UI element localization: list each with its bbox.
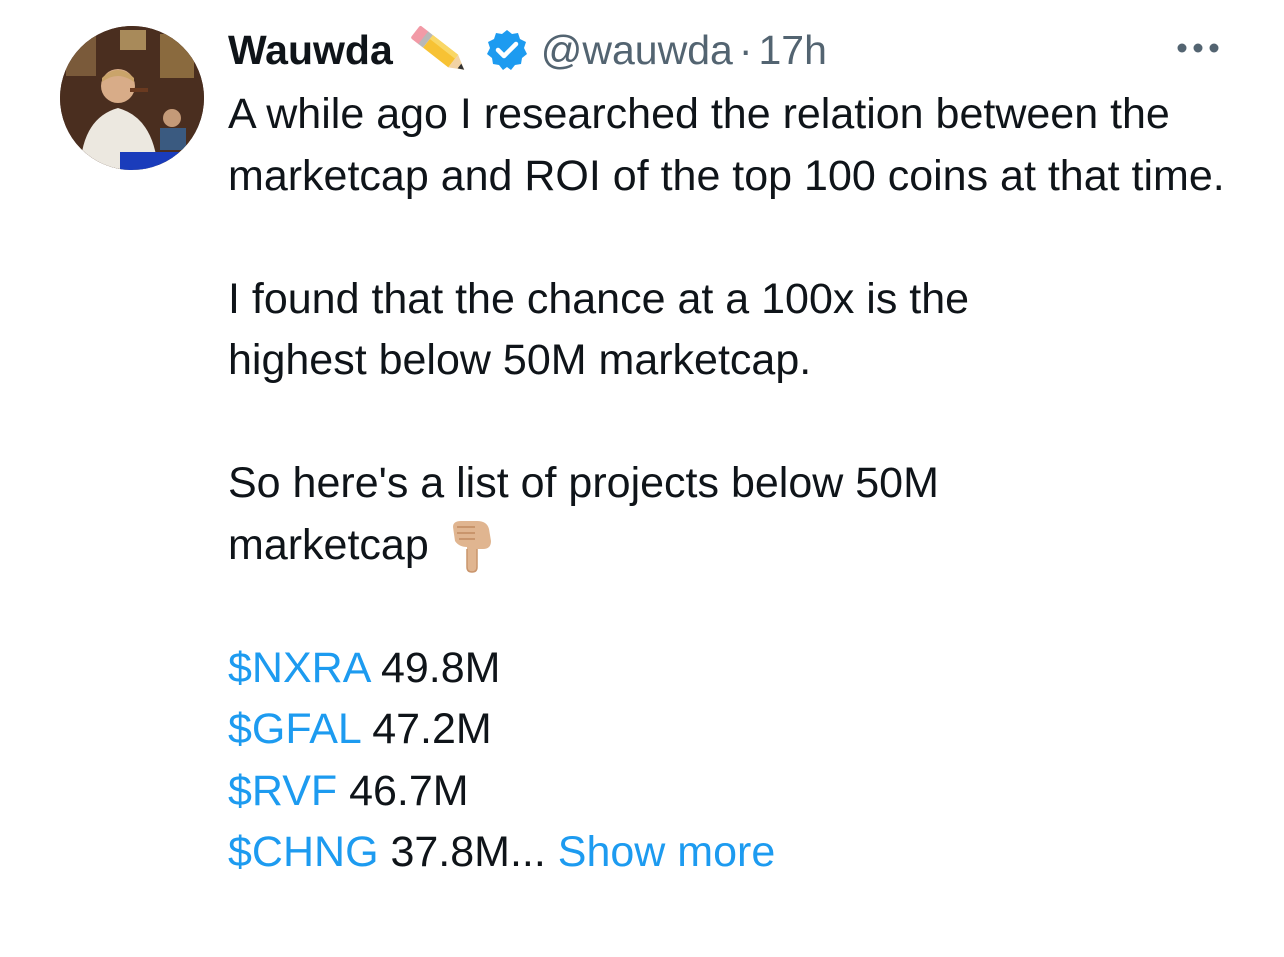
- tweet-paragraph-3-line-2: marketcap: [228, 515, 1248, 577]
- tweet-paragraph-3-line-1: So here's a list of projects below 50M: [228, 459, 939, 507]
- list-item: $CHNG 37.8M... Show more: [228, 822, 1248, 884]
- show-more-link[interactable]: Show more: [546, 828, 776, 876]
- tweet-timestamp[interactable]: 17h: [758, 27, 826, 74]
- list-value: 46.7M: [337, 766, 469, 815]
- avatar-photo: [60, 26, 204, 170]
- tweet[interactable]: Wauwda @wauwda · 17h A while ago I resea…: [0, 0, 1284, 957]
- header-separator: ·: [738, 26, 753, 73]
- tweet-paragraph-2-line-2: highest below 50M marketcap.: [228, 336, 812, 384]
- list-value: 37.8M...: [378, 828, 546, 876]
- verified-badge-icon[interactable]: [485, 28, 529, 72]
- tweet-paragraph-1: A while ago I researched the relation be…: [228, 90, 1225, 200]
- cashtag-link[interactable]: $GFAL: [228, 705, 360, 753]
- tweet-header: Wauwda @wauwda · 17h: [228, 22, 827, 78]
- tweet-text: A while ago I researched the relation be…: [228, 84, 1248, 884]
- more-options-icon[interactable]: [1174, 34, 1222, 62]
- list-value: 47.2M: [360, 705, 492, 753]
- cashtag-link[interactable]: $RVF: [228, 767, 337, 815]
- tweet-paragraph-3-text: marketcap: [228, 520, 429, 569]
- tweet-paragraph-2-line-1: I found that the chance at a 100x is the: [228, 274, 970, 323]
- pencil-icon: [405, 20, 473, 80]
- avatar[interactable]: [60, 26, 204, 170]
- cashtag-link[interactable]: $CHNG: [228, 828, 379, 876]
- pointing-down-icon: [447, 517, 497, 573]
- list-item: $NXRA 49.8M: [228, 638, 1248, 700]
- list-value: 49.8M: [369, 643, 501, 692]
- author-handle[interactable]: @wauwda: [541, 27, 733, 74]
- cashtag-link[interactable]: $NXRA: [228, 644, 369, 692]
- list-item: $RVF 46.7M: [228, 761, 1248, 823]
- author-display-name[interactable]: Wauwda: [228, 27, 393, 74]
- list-item: $GFAL 47.2M: [228, 699, 1248, 761]
